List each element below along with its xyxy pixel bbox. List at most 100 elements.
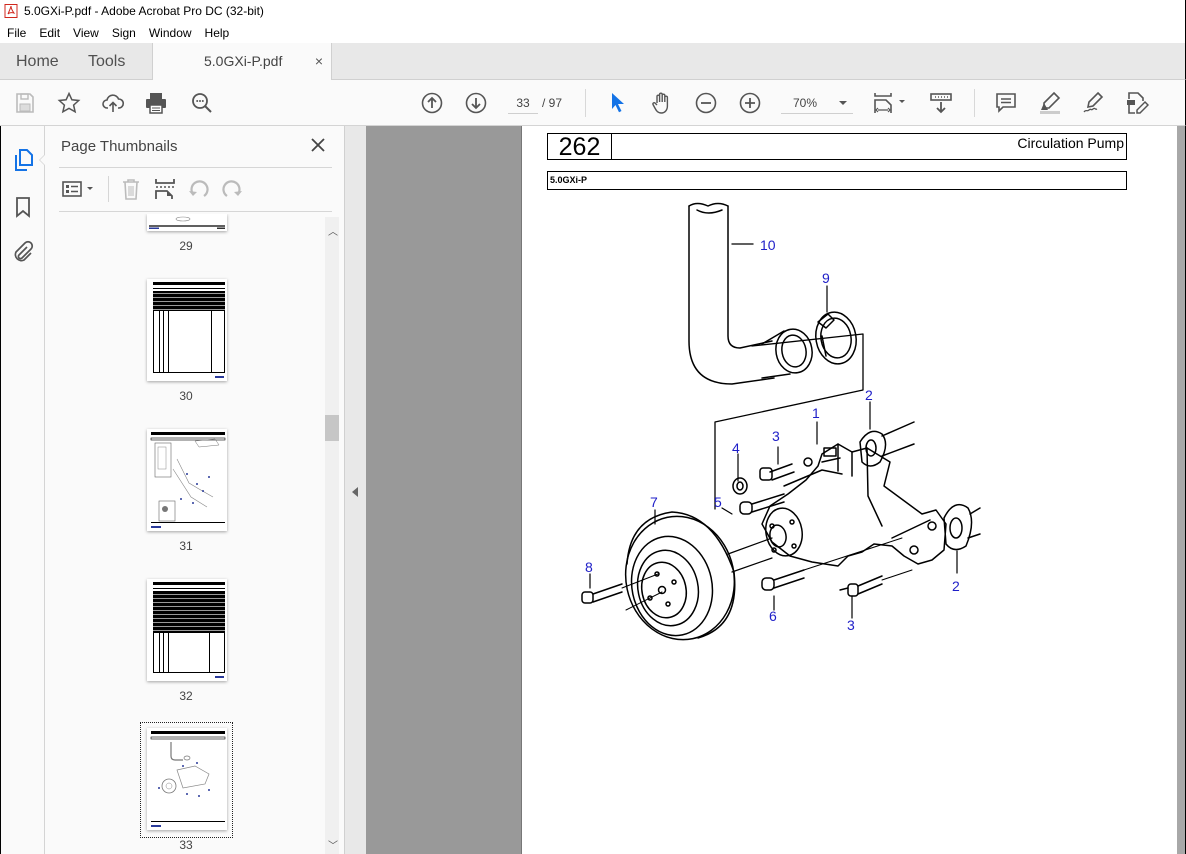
- hose-part-10: [688, 202, 813, 385]
- fill-sign-button[interactable]: [1081, 91, 1105, 115]
- edit-pdf-button[interactable]: [1125, 91, 1149, 115]
- delete-page-button[interactable]: [119, 177, 143, 201]
- collapse-panel-icon[interactable]: [352, 487, 358, 497]
- callout-3: 3: [772, 428, 780, 444]
- menu-view[interactable]: View: [72, 26, 100, 40]
- thumbnail-options-icon: [62, 181, 93, 197]
- close-panel-icon[interactable]: [309, 136, 327, 154]
- page-number-input[interactable]: 33: [508, 92, 538, 114]
- panel-divider: [59, 211, 332, 212]
- panel-splitter[interactable]: [344, 126, 366, 854]
- thumbnail-label: 29: [179, 239, 193, 253]
- menu-file[interactable]: File: [6, 26, 27, 40]
- page-thumbnails-button[interactable]: [11, 148, 35, 172]
- callout-1: 1: [812, 405, 820, 421]
- bolt-part-3-lower: [839, 569, 913, 597]
- page-fit-icon: [874, 93, 905, 113]
- select-tool-button[interactable]: [606, 91, 630, 115]
- menu-bar: File Edit View Sign Window Help: [0, 22, 1186, 43]
- attachments-button[interactable]: [11, 240, 35, 264]
- callout-2: 2: [952, 578, 960, 594]
- hand-tool-icon: [652, 92, 669, 114]
- scroll-down-icon[interactable]: ﹀: [328, 837, 338, 852]
- hand-tool-button[interactable]: [650, 91, 674, 115]
- bolt-part-3-upper: [759, 463, 795, 481]
- find-button[interactable]: [190, 91, 214, 115]
- page-thumbnails-icon: [15, 149, 33, 171]
- print-button[interactable]: [144, 91, 168, 115]
- thumbnail-page-33[interactable]: [147, 728, 227, 830]
- thumbnail-image: [150, 731, 226, 827]
- pulley-part-7: [624, 511, 773, 641]
- chevron-down-icon: [839, 101, 847, 105]
- zoom-in-button[interactable]: [738, 91, 762, 115]
- previous-page-button[interactable]: [420, 91, 444, 115]
- scroll-mode-button[interactable]: [929, 91, 953, 115]
- tab-document[interactable]: 5.0GXi-P.pdf ×: [152, 43, 332, 81]
- thumbnail-label: 31: [179, 539, 193, 553]
- thumbnail-page-31[interactable]: [147, 429, 227, 531]
- document-view[interactable]: 262 Circulation Pump 5.0GXi-P 10 9 2 1 3…: [366, 126, 1186, 854]
- scroll-up-icon[interactable]: ︿: [328, 223, 338, 238]
- window-title: 5.0GXi-P.pdf - Adobe Acrobat Pro DC (32-…: [24, 4, 264, 18]
- next-page-button[interactable]: [464, 91, 488, 115]
- tab-home[interactable]: Home: [16, 43, 59, 80]
- zoom-out-icon: [695, 92, 717, 114]
- print-icon: [146, 93, 166, 114]
- upload-button[interactable]: [101, 91, 125, 115]
- zoom-level-dropdown[interactable]: 70%: [781, 92, 853, 114]
- clamp-part-9: [815, 311, 857, 365]
- bolt-part-8: [581, 573, 663, 611]
- page-fit-button[interactable]: [873, 91, 909, 115]
- main-toolbar: 33 / 97 70%: [0, 80, 1186, 126]
- rotate-left-button[interactable]: [187, 177, 211, 201]
- rotate-right-button[interactable]: [220, 177, 244, 201]
- thumbnail-options-button[interactable]: [61, 177, 97, 201]
- document-tab-label: 5.0GXi-P.pdf: [204, 53, 283, 69]
- callout-9: 9: [822, 270, 830, 286]
- thumbnail-label: 33: [179, 838, 193, 852]
- thumbnail-image: [149, 216, 225, 229]
- zoom-value: 70%: [793, 96, 818, 110]
- thumbnail-image: [153, 282, 225, 378]
- highlight-icon: [1040, 91, 1061, 114]
- thumbnail-scrollbar[interactable]: ︿ ﹀: [325, 217, 339, 854]
- callout-2: 2: [865, 387, 873, 403]
- thumbnail-image: [153, 582, 225, 678]
- previous-page-icon: [421, 92, 443, 114]
- close-tab-icon[interactable]: ×: [315, 43, 323, 80]
- thumbnail-page-30[interactable]: [147, 279, 227, 381]
- save-button[interactable]: [13, 91, 37, 115]
- rotate-left-icon: [189, 180, 209, 197]
- menu-help[interactable]: Help: [204, 26, 231, 40]
- select-cursor-icon: [612, 93, 624, 113]
- comment-button[interactable]: [994, 91, 1018, 115]
- comment-icon: [996, 93, 1016, 113]
- pdf-page: 262 Circulation Pump 5.0GXi-P 10 9 2 1 3…: [521, 126, 1178, 854]
- page-total: / 97: [542, 96, 563, 110]
- insert-page-button[interactable]: [153, 177, 177, 201]
- bookmarks-button[interactable]: [11, 195, 35, 219]
- document-scrollbar[interactable]: [1177, 126, 1185, 854]
- bookmark-star-button[interactable]: [57, 91, 81, 115]
- menu-window[interactable]: Window: [148, 26, 193, 40]
- edit-pdf-icon: [1127, 92, 1149, 114]
- thumbnail-page-29[interactable]: [147, 214, 227, 231]
- scroll-mode-icon: [930, 93, 952, 114]
- zoom-out-button[interactable]: [694, 91, 718, 115]
- callout-7: 7: [650, 494, 658, 510]
- circulation-pump-diagram: 10 9 2 1 3 4 5 7 8 6 2 3: [581, 202, 981, 641]
- callout-10: 10: [760, 237, 776, 253]
- toolbar-divider: [585, 89, 586, 117]
- sign-pen-icon: [1083, 91, 1104, 113]
- rotate-right-icon: [222, 180, 242, 197]
- menu-sign[interactable]: Sign: [111, 26, 137, 40]
- tab-tools[interactable]: Tools: [88, 43, 125, 80]
- highlight-button[interactable]: [1038, 91, 1062, 115]
- thumbnail-label: 30: [179, 389, 193, 403]
- thumbnail-page-32[interactable]: [147, 579, 227, 681]
- search-zoom-icon: [192, 93, 212, 113]
- menu-edit[interactable]: Edit: [38, 26, 61, 40]
- title-bar: 5.0GXi-P.pdf - Adobe Acrobat Pro DC (32-…: [0, 0, 1186, 22]
- scrollbar-thumb[interactable]: [325, 415, 339, 441]
